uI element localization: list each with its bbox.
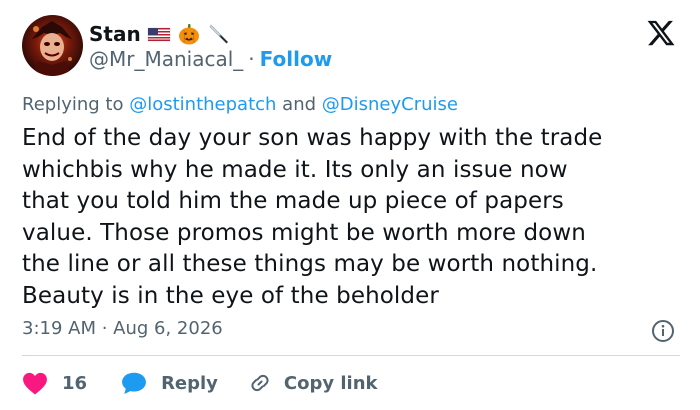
tweet-text: End of the day your son was happy with t… [22, 123, 682, 312]
info-icon[interactable] [651, 319, 675, 343]
jack-o-lantern-icon [177, 22, 201, 46]
tweet-text-line: Beauty is in the eye of the beholder [22, 282, 439, 309]
x-logo-icon[interactable] [646, 18, 676, 48]
link-icon [248, 371, 272, 395]
likes-count: 16 [62, 372, 88, 394]
replying-to-conjunction: and [282, 94, 317, 115]
author-handle-row: @Mr_Maniacal_ · Follow [89, 47, 332, 71]
follow-button[interactable]: Follow [260, 47, 333, 71]
knife-icon [207, 22, 231, 46]
author-handle[interactable]: @Mr_Maniacal_ [89, 47, 243, 71]
us-flag-icon [147, 22, 171, 46]
like-button[interactable]: 16 [22, 371, 87, 395]
replying-to-prefix: Replying to [22, 94, 124, 115]
reply-button[interactable]: Reply [121, 371, 218, 395]
reply-label: Reply [161, 372, 218, 394]
mention-link[interactable]: @lostinthepatch [129, 94, 276, 115]
copy-link-button[interactable]: Copy link [248, 371, 378, 395]
tweet-text-line: that you told him the made up piece of p… [22, 188, 564, 214]
tweet-text-line: the line or all these things may be wort… [22, 251, 598, 277]
tweet-text-line: End of the day your son was happy with t… [22, 125, 603, 151]
action-bar: 16 Reply Copy link [22, 370, 378, 396]
replying-to: Replying to @lostinthepatch and @DisneyC… [22, 94, 458, 115]
mention-link[interactable]: @DisneyCruise [322, 94, 458, 115]
tweet-text-line: value. Those promos might be worth more … [22, 219, 586, 246]
author-name-row: Stan [89, 21, 231, 47]
tweet-text-line: whichbis why he made it. Its only an iss… [22, 156, 568, 183]
display-name[interactable]: Stan [89, 22, 141, 46]
avatar[interactable] [22, 15, 83, 76]
copy-link-label: Copy link [283, 372, 378, 394]
divider [22, 355, 680, 356]
tweet-timestamp[interactable]: 3:19 AM · Aug 6, 2026 [22, 318, 223, 339]
tweet-card: Stan @Mr_Maniacal_ · Follow Replying to … [0, 0, 700, 410]
reply-bubble-icon [121, 371, 147, 395]
heart-icon [22, 371, 48, 395]
separator: · [248, 47, 255, 71]
